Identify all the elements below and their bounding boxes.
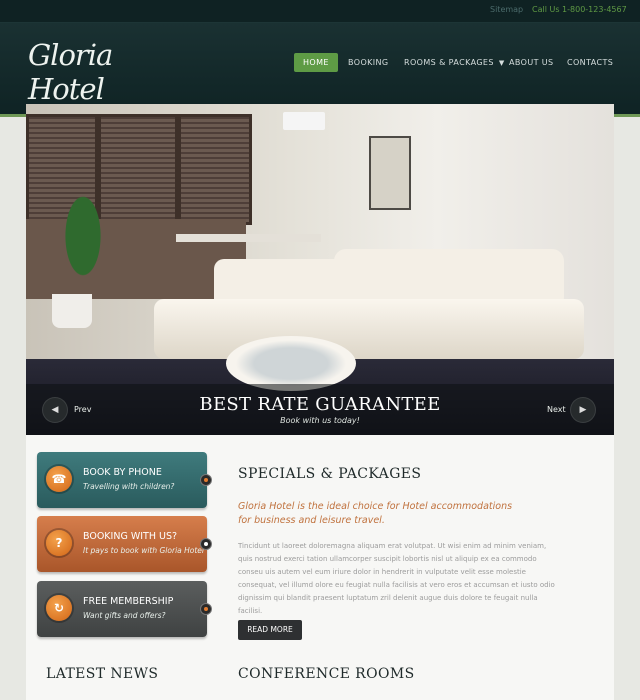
nav-contacts[interactable]: Contacts	[567, 53, 613, 72]
nav-home[interactable]: Home	[294, 53, 338, 72]
booking-with-us-box[interactable]: ? Booking with us? It pays to book with …	[37, 516, 212, 572]
box-title: Free Membership	[83, 596, 174, 607]
content-area: ☎ Book by Phone Travelling with children…	[26, 435, 614, 700]
next-arrow-icon[interactable]: ▶	[571, 398, 595, 422]
refresh-icon: ↻	[46, 595, 72, 621]
latest-news-heading: Latest News	[46, 666, 159, 682]
dot-icon	[200, 538, 212, 550]
slide-sofa	[154, 249, 584, 369]
topbar: Sitemap Call Us 1-800-123-4567	[0, 0, 640, 23]
slide-desk	[176, 234, 321, 242]
slide-table	[226, 336, 356, 391]
slide-picture	[369, 136, 411, 210]
hero-slider: BEST RATE GUARANTEE Book with us today! …	[26, 104, 614, 435]
question-icon: ?	[46, 530, 72, 556]
read-more-button[interactable]: Read more	[238, 620, 302, 640]
slide-ac	[283, 112, 325, 130]
specials-heading: Specials & Packages	[238, 466, 422, 482]
prev-label[interactable]: Prev	[74, 405, 91, 414]
nav-rooms-label: Rooms & Packages	[404, 58, 494, 67]
next-label[interactable]: Next	[547, 405, 566, 414]
nav-booking[interactable]: Booking	[348, 53, 389, 72]
specials-body: Tincidunt ut laoreet doloremagna aliquam…	[238, 542, 555, 615]
phone-number: Call Us 1-800-123-4567	[532, 5, 627, 14]
box-subtitle: It pays to book with Gloria Hotel	[83, 546, 204, 555]
box-title: Book by Phone	[83, 467, 162, 478]
chevron-down-icon: ▼	[498, 59, 505, 67]
free-membership-box[interactable]: ↻ Free Membership Want gifts and offers?	[37, 581, 212, 637]
conference-rooms-heading: Conference Rooms	[238, 666, 415, 682]
sitemap-link[interactable]: Sitemap	[490, 5, 523, 14]
logo[interactable]: Gloria Hotel	[28, 38, 168, 106]
book-by-phone-box[interactable]: ☎ Book by Phone Travelling with children…	[37, 452, 212, 508]
slide-pot	[52, 294, 92, 328]
dot-icon	[200, 474, 212, 486]
slide-subtitle: Book with us today!	[280, 416, 360, 425]
nav-rooms-packages[interactable]: Rooms & Packages ▼	[404, 53, 505, 72]
box-subtitle: Want gifts and offers?	[83, 611, 166, 620]
dot-icon	[200, 603, 212, 615]
nav-about[interactable]: About Us	[509, 53, 554, 72]
box-title: Booking with us?	[83, 531, 178, 542]
phone-icon: ☎	[46, 466, 72, 492]
specials-lead: Gloria Hotel is the ideal choice for Hot…	[238, 501, 513, 526]
prev-arrow-icon[interactable]: ◀	[43, 398, 67, 422]
box-subtitle: Travelling with children?	[83, 482, 175, 491]
slide-title: BEST RATE GUARANTEE	[199, 394, 441, 415]
